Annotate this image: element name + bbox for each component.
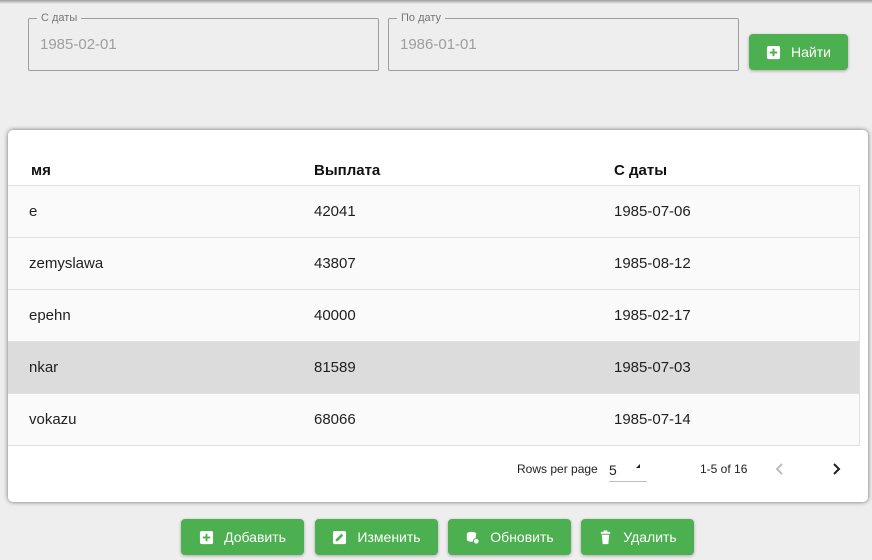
- delete-button-label: Удалить: [623, 529, 677, 545]
- to-date-label: По дату: [397, 11, 446, 25]
- top-shadow: [0, 0, 872, 4]
- cell-payment: 40000: [314, 307, 356, 324]
- table-row[interactable]: epehn 40000 1985-02-17: [8, 290, 859, 342]
- to-date-input[interactable]: [400, 36, 700, 53]
- cell-payment: 81589: [314, 359, 356, 376]
- rows-per-page-label: Rows per page: [517, 462, 598, 476]
- table-body: e 42041 1985-07-06 zemyslawa 43807 1985-…: [8, 185, 860, 446]
- cell-date: 1985-07-14: [614, 411, 691, 428]
- from-date-field[interactable]: С даты: [28, 11, 379, 71]
- cell-name: e: [29, 203, 38, 220]
- from-date-input[interactable]: [40, 36, 340, 53]
- trash-icon: [601, 529, 611, 544]
- plus-box-icon: [766, 45, 781, 59]
- table-card: мя Выплата С даты e 42041 1985-07-06 zem…: [8, 130, 868, 502]
- rows-per-page-select[interactable]: 5: [609, 456, 647, 482]
- column-header-date[interactable]: С даты: [614, 162, 667, 179]
- search-button-label: Найти: [791, 44, 831, 60]
- table-row[interactable]: zemyslawa 43807 1985-08-12: [8, 238, 859, 290]
- rows-per-page-value: 5: [609, 462, 617, 478]
- cell-payment: 42041: [314, 203, 356, 220]
- add-button[interactable]: Добавить: [181, 519, 304, 555]
- pencil-box-icon: [333, 530, 347, 544]
- delete-button[interactable]: Удалить: [581, 519, 694, 555]
- plus-box-icon: [200, 530, 214, 544]
- edit-button[interactable]: Изменить: [315, 519, 438, 555]
- cell-name: vokazu: [29, 411, 77, 428]
- pagination: Rows per page 5 1-5 of 16: [8, 452, 868, 488]
- refresh-button-label: Обновить: [490, 529, 554, 545]
- cell-date: 1985-08-12: [614, 255, 691, 272]
- refresh-button[interactable]: Обновить: [448, 519, 571, 555]
- cell-date: 1985-02-17: [614, 307, 691, 324]
- next-page-button[interactable]: [823, 456, 849, 482]
- edit-button-label: Изменить: [357, 529, 421, 545]
- table-row-selected[interactable]: nkar 81589 1985-07-03: [8, 342, 859, 394]
- table-row[interactable]: e 42041 1985-07-06: [8, 186, 859, 238]
- cell-name: zemyslawa: [29, 255, 104, 272]
- to-date-field[interactable]: По дату: [388, 11, 739, 71]
- page-range: 1-5 of 16: [700, 462, 748, 476]
- cell-date: 1985-07-03: [614, 359, 691, 376]
- database-refresh-icon: [467, 531, 480, 545]
- search-button[interactable]: Найти: [749, 34, 848, 70]
- table-row[interactable]: vokazu 68066 1985-07-14: [8, 394, 859, 446]
- caret-down-icon: [636, 464, 640, 468]
- cell-name: nkar: [29, 359, 59, 376]
- cell-date: 1985-07-06: [614, 203, 691, 220]
- column-header-name[interactable]: мя: [31, 162, 51, 179]
- cell-payment: 43807: [314, 255, 356, 272]
- cell-name: epehn: [29, 307, 71, 324]
- cell-payment: 68066: [314, 411, 356, 428]
- from-date-label: С даты: [37, 11, 82, 25]
- prev-page-button[interactable]: [767, 456, 793, 482]
- column-header-payment[interactable]: Выплата: [314, 162, 380, 179]
- chevron-left-icon: [775, 463, 783, 475]
- chevron-right-icon: [833, 463, 841, 475]
- table-header: мя Выплата С даты: [8, 162, 868, 186]
- add-button-label: Добавить: [224, 529, 286, 545]
